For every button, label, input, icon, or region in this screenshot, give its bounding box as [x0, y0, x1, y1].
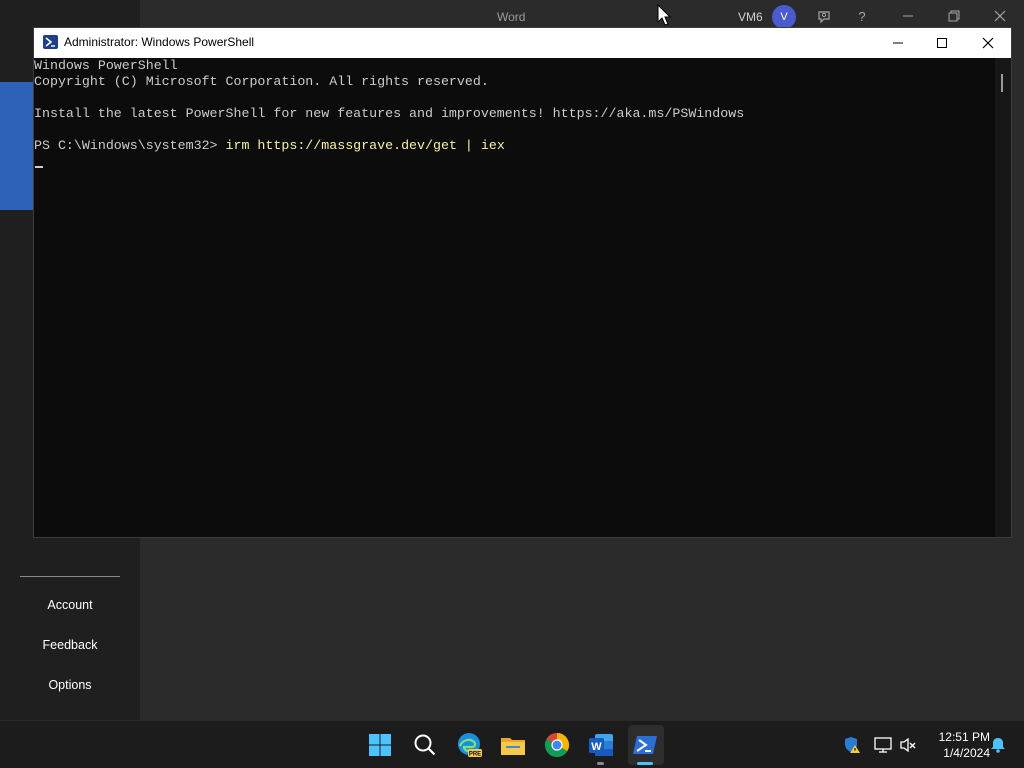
console-line: Copyright (C) Microsoft Corporation. All… [34, 74, 489, 89]
avatar[interactable]: V [772, 5, 796, 29]
sidebar-selected-tab[interactable] [0, 82, 34, 210]
console-output[interactable]: Windows PowerShell Copyright (C) Microso… [34, 58, 995, 537]
vertical-scrollbar[interactable] [995, 58, 1011, 537]
security-warning-icon[interactable] [842, 735, 862, 755]
search-icon[interactable] [409, 729, 441, 761]
word-running-indicator [597, 762, 604, 765]
word-close-button[interactable] [989, 6, 1011, 28]
minimize-button[interactable] [875, 28, 921, 58]
coauthor-icon[interactable] [813, 6, 835, 28]
network-icon[interactable] [873, 735, 893, 755]
word-restore-button[interactable] [943, 6, 965, 28]
notification-bell-icon[interactable] [988, 735, 1008, 755]
window-title: Administrator: Windows PowerShell [64, 35, 255, 49]
console-command: irm https://massgrave.dev/get | iex [225, 138, 505, 153]
clock-date: 1/4/2024 [943, 746, 990, 760]
maximize-button[interactable] [919, 28, 965, 58]
word-minimize-button[interactable] [897, 6, 919, 28]
volume-muted-icon[interactable] [898, 735, 918, 755]
clock-time: 12:51 PM [938, 730, 990, 744]
console-prompt-line: PS C:\Windows\system32> irm https://mass… [34, 138, 505, 154]
edge-preview-icon[interactable]: PRE [453, 729, 485, 761]
help-icon[interactable]: ? [851, 6, 873, 28]
console-line: Windows PowerShell [34, 58, 178, 73]
console-prompt: PS C:\Windows\system32> [34, 138, 226, 153]
text-cursor [35, 166, 43, 168]
taskbar: PRE W 12:51 PM 1/4/2024 [0, 720, 1024, 768]
sidebar-divider [20, 576, 120, 577]
word-user-name[interactable]: VM6 [738, 10, 763, 24]
powershell-titlebar[interactable]: Administrator: Windows PowerShell [34, 28, 1011, 58]
word-app-title: Word [497, 10, 526, 24]
file-explorer-icon[interactable] [497, 729, 529, 761]
powershell-icon [43, 35, 58, 49]
edge-preview-badge: PRE [469, 752, 481, 758]
chrome-icon[interactable] [541, 729, 573, 761]
word-icon-letter: W [591, 741, 602, 753]
mouse-pointer-icon [657, 3, 672, 31]
word-icon[interactable]: W [585, 729, 617, 761]
sidebar-item-feedback[interactable]: Feedback [0, 638, 140, 652]
powershell-active-indicator [637, 762, 653, 765]
powershell-window[interactable]: Administrator: Windows PowerShell Window… [33, 27, 1012, 538]
close-button[interactable] [965, 28, 1011, 58]
console-line: Install the latest PowerShell for new fe… [34, 106, 745, 121]
taskbar-clock[interactable]: 12:51 PM 1/4/2024 [922, 729, 990, 761]
scrollbar-thumb[interactable] [1001, 74, 1003, 92]
sidebar-item-account[interactable]: Account [0, 598, 140, 612]
powershell-icon[interactable] [630, 729, 662, 761]
start-icon[interactable] [364, 729, 396, 761]
sidebar-item-options[interactable]: Options [0, 678, 140, 692]
